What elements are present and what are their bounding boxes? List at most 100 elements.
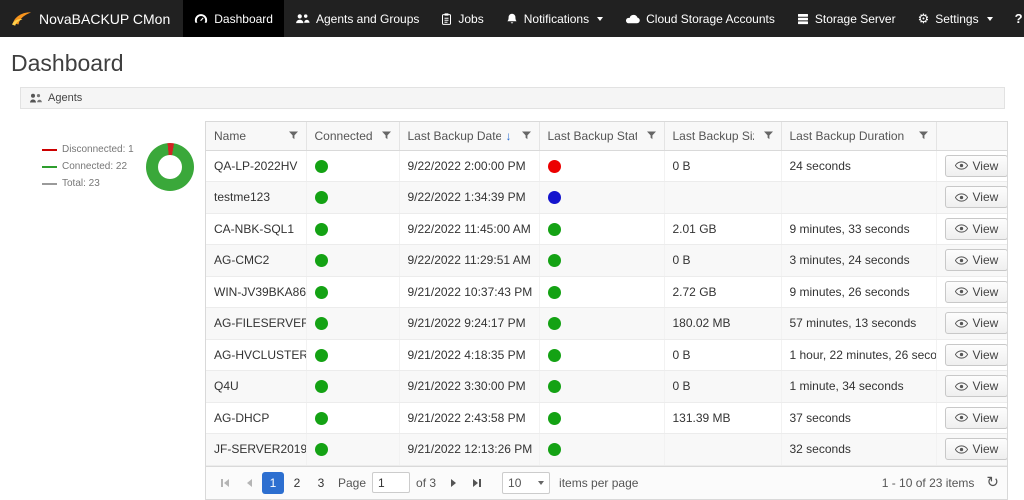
agent-name-cell: AG-CMC2 bbox=[206, 244, 306, 277]
connected-cell bbox=[305, 150, 399, 182]
view-cell: View bbox=[935, 339, 1007, 371]
table-header-row: Name Connected Last Backup Date ↓ Last B… bbox=[206, 122, 1007, 151]
nav-item-storage-server[interactable]: Storage Server bbox=[786, 0, 907, 37]
eye-icon bbox=[954, 445, 968, 454]
agent-name-cell: CA-NBK-SQL1 bbox=[206, 213, 306, 245]
table-row: AG-CMC2 9/22/2022 11:29:51 AM 0 B3 minutes… bbox=[206, 244, 1007, 277]
agents-donut-chart bbox=[145, 142, 194, 191]
view-button[interactable]: View bbox=[944, 217, 1007, 240]
view-cell: View bbox=[935, 181, 1007, 214]
agent-name-cell: QA-LP-2022HV bbox=[206, 150, 306, 182]
nav-item-agents-and-groups[interactable]: Agents and Groups bbox=[284, 0, 430, 37]
nav-item-notifications[interactable]: Notifications bbox=[495, 0, 614, 37]
chevron-down-icon bbox=[597, 16, 604, 21]
last-page-button[interactable] bbox=[466, 472, 488, 494]
legend-item: Connected: 22 bbox=[42, 158, 134, 175]
bell-icon bbox=[506, 13, 518, 25]
backup-status-dot bbox=[547, 411, 561, 425]
view-button[interactable]: View bbox=[944, 438, 1007, 461]
of-pages-label: of 3 bbox=[416, 475, 437, 490]
view-button[interactable]: View bbox=[944, 406, 1007, 429]
filter-icon[interactable] bbox=[763, 131, 773, 140]
last-backup-duration-cell bbox=[780, 181, 936, 214]
view-button[interactable]: View bbox=[944, 154, 1007, 177]
view-cell: View bbox=[935, 370, 1007, 403]
next-page-button[interactable] bbox=[442, 472, 464, 494]
eye-icon bbox=[954, 413, 968, 422]
last-backup-date-cell: 9/22/2022 2:00:00 PM bbox=[398, 150, 539, 182]
nav-item-cloud-storage-accounts[interactable]: Cloud Storage Accounts bbox=[614, 0, 786, 37]
connected-cell bbox=[305, 244, 399, 277]
page-number-button[interactable]: 1 bbox=[262, 471, 284, 494]
view-cell: View bbox=[935, 150, 1007, 182]
view-button[interactable]: View bbox=[944, 249, 1007, 272]
view-cell: View bbox=[935, 213, 1007, 245]
connected-status-dot bbox=[314, 443, 328, 457]
connected-cell bbox=[305, 370, 399, 403]
nav-item-settings[interactable]: ⚙ Settings bbox=[907, 0, 1004, 37]
column-header-last-backup-status[interactable]: Last Backup Status bbox=[538, 122, 664, 151]
last-backup-size-cell: 2.72 GB bbox=[663, 276, 781, 308]
agents-panel-header: Agents bbox=[20, 87, 1005, 109]
jobs-icon bbox=[441, 12, 452, 25]
nav-label: Notifications bbox=[523, 11, 590, 26]
agent-name-cell: AG-FILESERVER bbox=[206, 307, 306, 340]
column-header-last-backup-date[interactable]: Last Backup Date ↓ bbox=[398, 122, 539, 151]
column-header-last-backup-duration[interactable]: Last Backup Duration bbox=[780, 122, 936, 151]
view-button[interactable]: View bbox=[944, 343, 1007, 366]
last-backup-size-cell bbox=[663, 433, 781, 466]
page-number-button[interactable]: 2 bbox=[286, 472, 308, 494]
page-label: Page bbox=[338, 475, 367, 490]
legend-label: Total: 23 bbox=[62, 178, 100, 189]
cloud-icon bbox=[625, 14, 640, 24]
nav-item-dashboard[interactable]: Dashboard bbox=[183, 0, 284, 37]
backup-status-dot bbox=[547, 254, 561, 268]
view-button-label: View bbox=[972, 347, 999, 362]
agent-name-cell: JF-SERVER2019 bbox=[206, 433, 306, 466]
refresh-icon[interactable]: ↻ bbox=[986, 475, 999, 490]
brand[interactable]: NovaBACKUP CMon bbox=[0, 0, 183, 37]
page-size-select[interactable]: 10 bbox=[502, 471, 551, 494]
view-button[interactable]: View bbox=[944, 280, 1007, 303]
agents-table-body: QA-LP-2022HV 9/22/2022 2:00:00 PM 0 B 24 se… bbox=[206, 150, 1007, 466]
page-number-input[interactable] bbox=[372, 472, 411, 493]
previous-page-button[interactable] bbox=[238, 472, 260, 494]
nav-item-jobs[interactable]: Jobs bbox=[430, 0, 494, 37]
first-page-button[interactable] bbox=[214, 472, 236, 494]
nav-label: Agents and Groups bbox=[315, 11, 420, 26]
view-button[interactable]: View bbox=[944, 312, 1007, 335]
nav-label: Storage Server bbox=[814, 11, 896, 26]
nav-item-help[interactable]: ? Help bbox=[1004, 0, 1024, 37]
column-header-connected[interactable]: Connected bbox=[305, 122, 399, 151]
last-backup-date-cell: 9/22/2022 1:34:39 PM bbox=[398, 181, 539, 214]
column-header-last-backup-size[interactable]: Last Backup Size bbox=[663, 122, 781, 151]
filter-icon[interactable] bbox=[521, 131, 531, 140]
column-header-name[interactable]: Name bbox=[206, 122, 306, 151]
page-size-value: 10 bbox=[508, 475, 522, 490]
grid-pager: 123 Page of 3 10 items per page 1 - 10 o… bbox=[206, 465, 1007, 499]
last-backup-duration-cell: 37 seconds bbox=[780, 402, 936, 434]
view-button-label: View bbox=[972, 221, 999, 236]
nav-label: Settings bbox=[935, 11, 979, 26]
connected-cell bbox=[305, 213, 399, 245]
last-backup-status-cell bbox=[538, 213, 664, 245]
backup-status-dot bbox=[547, 380, 561, 394]
legend-item: Total: 23 bbox=[42, 175, 134, 192]
last-backup-size-cell: 180.02 MB bbox=[663, 307, 781, 340]
connected-cell bbox=[305, 307, 399, 340]
last-backup-status-cell bbox=[538, 181, 664, 214]
view-button[interactable]: View bbox=[944, 186, 1007, 209]
page-number-button[interactable]: 3 bbox=[310, 472, 332, 494]
view-button[interactable]: View bbox=[944, 375, 1007, 398]
filter-icon[interactable] bbox=[918, 131, 928, 140]
filter-icon[interactable] bbox=[646, 131, 656, 140]
last-backup-duration-cell: 9 minutes, 26 seconds bbox=[780, 276, 936, 308]
nav-label: Cloud Storage Accounts bbox=[646, 11, 775, 26]
sort-descending-icon: ↓ bbox=[505, 128, 512, 143]
filter-icon[interactable] bbox=[288, 131, 298, 140]
backup-status-dot bbox=[547, 285, 561, 299]
filter-icon[interactable] bbox=[381, 131, 391, 140]
last-backup-status-cell bbox=[538, 307, 664, 340]
eye-icon bbox=[954, 350, 968, 359]
eye-icon bbox=[954, 224, 968, 233]
